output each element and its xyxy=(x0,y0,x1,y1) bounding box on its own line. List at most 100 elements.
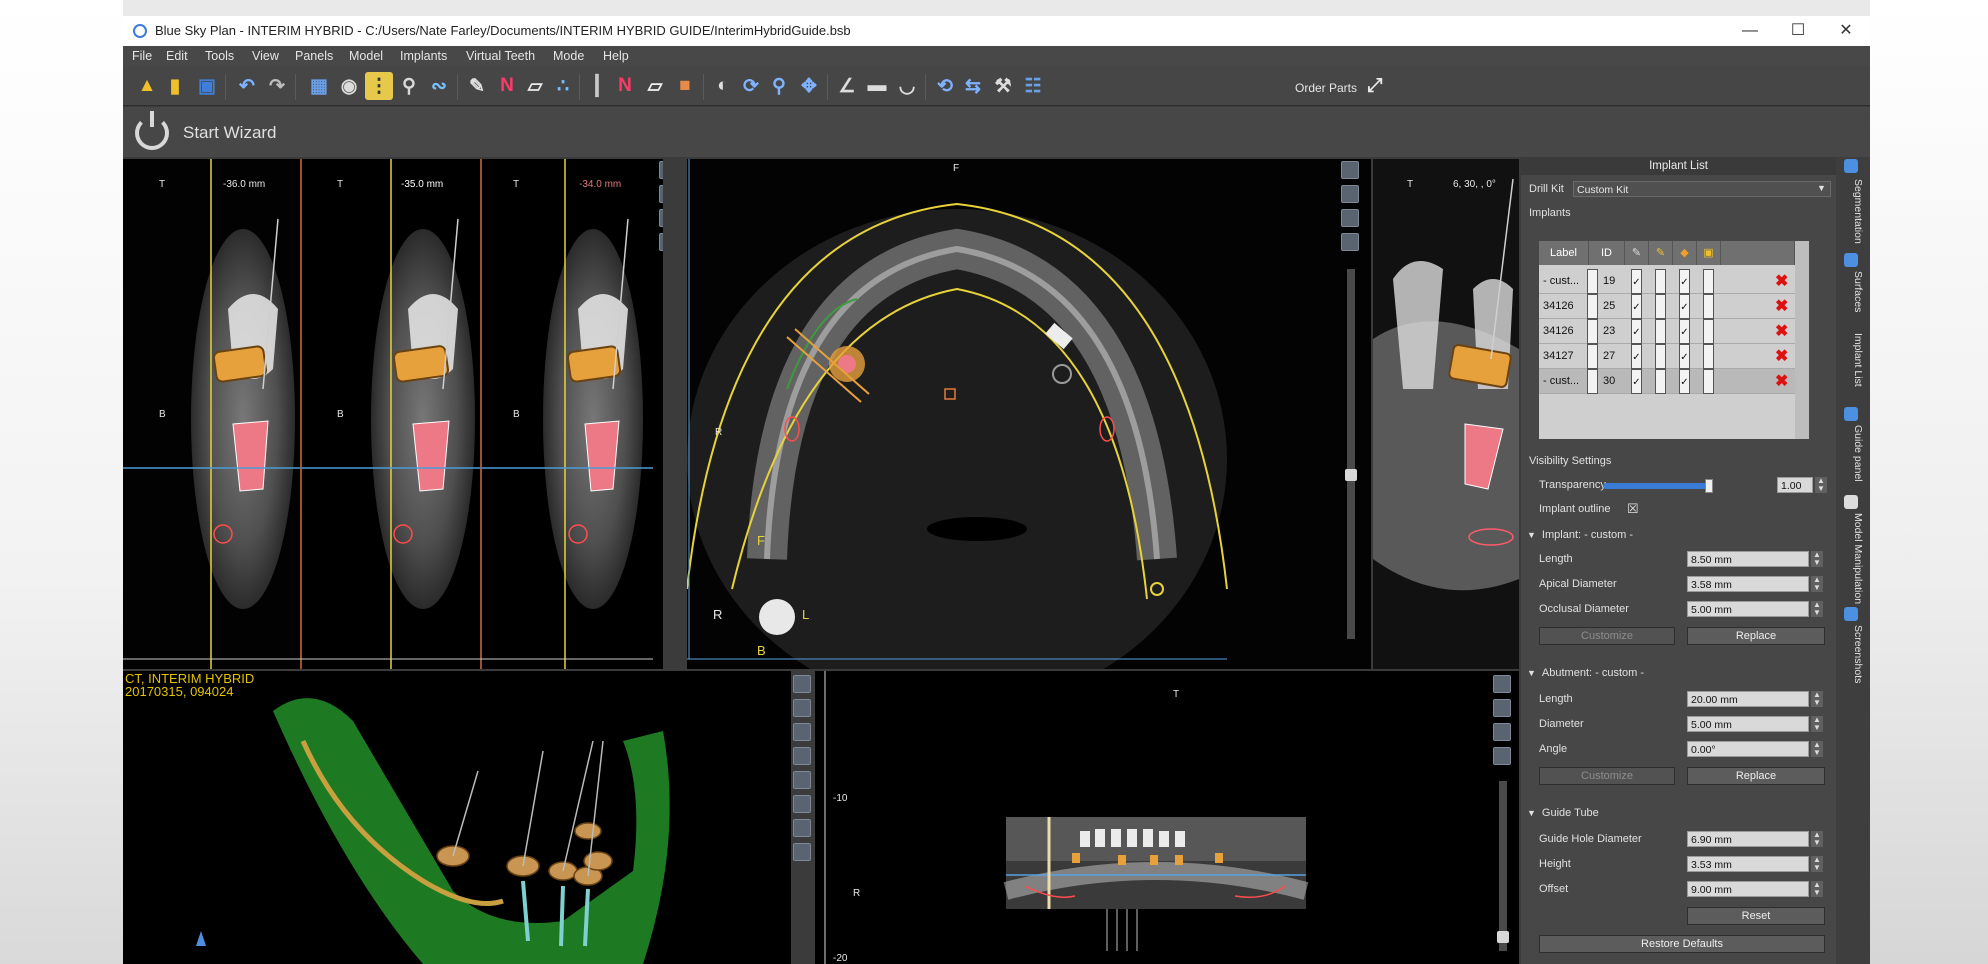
maximize-button[interactable]: ☐ xyxy=(1775,19,1821,43)
row-check[interactable]: ✓ xyxy=(1679,319,1690,344)
spinner-icon[interactable]: ▲ ▼ xyxy=(1811,601,1823,617)
view-tool-button[interactable] xyxy=(659,185,663,203)
row-check[interactable] xyxy=(1703,294,1714,319)
order-parts-button[interactable]: Order Parts xyxy=(1295,81,1357,95)
view-tool-button[interactable] xyxy=(1341,161,1359,179)
tab-screenshots[interactable]: Screenshots xyxy=(1842,625,1864,683)
row-check[interactable]: ✓ xyxy=(1631,294,1642,319)
menu-virtual-teeth[interactable]: Virtual Teeth xyxy=(466,49,535,63)
menu-mode[interactable]: Mode xyxy=(553,49,584,63)
row-check[interactable] xyxy=(1655,369,1666,394)
row-visible-checkbox[interactable] xyxy=(1587,344,1598,369)
arch-view-icon[interactable] xyxy=(793,819,811,837)
row-check[interactable]: ✓ xyxy=(1679,269,1690,294)
cart-icon[interactable]: ☷ xyxy=(1019,72,1047,100)
delete-icon[interactable]: ✖ xyxy=(1775,319,1788,344)
nerve-draw-icon[interactable]: N xyxy=(611,72,639,100)
lock-icon[interactable]: ▣ xyxy=(1697,241,1721,265)
skull-icon[interactable] xyxy=(793,723,811,741)
panoramic-icon[interactable]: ⋮ xyxy=(365,72,393,100)
implant-customize-button[interactable]: Customize xyxy=(1539,627,1675,645)
row-check[interactable]: ✓ xyxy=(1631,369,1642,394)
menu-view[interactable]: View xyxy=(252,49,279,63)
cross-section-view[interactable]: T -36.0 mm B T -35.0 mm B T -34.0 mm B xyxy=(123,159,663,669)
abutment-diameter-field[interactable]: 5.00 mm xyxy=(1687,716,1809,732)
delete-icon[interactable]: ✖ xyxy=(1775,369,1788,394)
view-tool-button[interactable] xyxy=(1341,233,1359,251)
save-icon[interactable]: ▣ xyxy=(193,72,221,100)
spinner-icon[interactable]: ▲ ▼ xyxy=(1811,551,1823,567)
tab-model-manipulation[interactable]: Model Manipulation xyxy=(1842,513,1864,604)
row-visible-checkbox[interactable] xyxy=(1587,269,1598,294)
tab-guide-panel[interactable]: Guide panel xyxy=(1842,425,1864,482)
row-check[interactable]: ✓ xyxy=(1679,369,1690,394)
teeth-color-icon[interactable]: ■ xyxy=(671,72,699,100)
axial-view[interactable]: F R L B F R xyxy=(687,159,1371,669)
protractor-icon[interactable]: ◡ xyxy=(893,72,921,100)
row-check[interactable] xyxy=(1703,319,1714,344)
row-visible-checkbox[interactable] xyxy=(1587,319,1598,344)
axial-scrollbar-thumb[interactable] xyxy=(1345,469,1357,481)
search-icon[interactable]: ⚲ xyxy=(395,72,423,100)
spinner-icon[interactable]: ▲ ▼ xyxy=(1811,576,1823,592)
occlusal-diameter-field[interactable]: 5.00 mm xyxy=(1687,601,1809,617)
view-tool-button[interactable] xyxy=(1341,185,1359,203)
grid-icon[interactable]: ▦ xyxy=(305,72,333,100)
tooth-icon[interactable]: ▱ xyxy=(521,72,549,100)
table-row[interactable]: - cust... 19 ✓ ✓ ✖ xyxy=(1539,269,1795,294)
guide-offset-field[interactable]: 9.00 mm xyxy=(1687,881,1809,897)
menu-help[interactable]: Help xyxy=(603,49,629,63)
abutment-length-field[interactable]: 20.00 mm xyxy=(1687,691,1809,707)
implant-outline-checkbox[interactable]: ☒ xyxy=(1627,501,1639,517)
row-check[interactable] xyxy=(1655,269,1666,294)
menu-panels[interactable]: Panels xyxy=(295,49,333,63)
layers-icon[interactable] xyxy=(793,843,811,861)
abutment-customize-button[interactable]: Customize xyxy=(1539,767,1675,785)
tooth-view-icon[interactable] xyxy=(793,771,811,789)
spinner-icon[interactable]: ▲ ▼ xyxy=(1811,716,1823,732)
delete-icon[interactable]: ✖ xyxy=(1775,344,1788,369)
view-tool-button[interactable] xyxy=(1493,747,1511,765)
column-id[interactable]: ID xyxy=(1589,241,1625,265)
pan-icon[interactable]: ✥ xyxy=(795,72,823,100)
open-folder-icon[interactable]: ▲ xyxy=(133,72,161,100)
row-check[interactable] xyxy=(1703,344,1714,369)
swap-icon[interactable]: ⇆ xyxy=(959,72,987,100)
delete-icon[interactable]: ✖ xyxy=(1775,269,1788,294)
expand-icon[interactable]: ⤢ xyxy=(1361,72,1389,100)
undo-icon[interactable]: ↶ xyxy=(233,72,261,100)
view-tool-button[interactable] xyxy=(659,209,663,227)
row-check[interactable] xyxy=(1703,269,1714,294)
row-check[interactable]: ✓ xyxy=(1679,344,1690,369)
chevron-down-icon[interactable]: ▼ xyxy=(1817,183,1826,193)
implant-replace-button[interactable]: Replace xyxy=(1687,627,1825,645)
dots-icon[interactable]: ∴ xyxy=(549,72,577,100)
implant-section-header[interactable]: ▼ Implant: - custom - xyxy=(1527,529,1827,545)
row-visible-checkbox[interactable] xyxy=(1587,369,1598,394)
spinner-icon[interactable]: ▲ ▼ xyxy=(1815,477,1827,493)
menu-file[interactable]: File xyxy=(132,49,152,63)
apical-diameter-field[interactable]: 3.58 mm xyxy=(1687,576,1809,592)
nerve-icon[interactable]: N xyxy=(493,72,521,100)
menu-model[interactable]: Model xyxy=(349,49,383,63)
wrench-icon[interactable]: ⚒ xyxy=(989,72,1017,100)
abutment-replace-button[interactable]: Replace xyxy=(1687,767,1825,785)
tab-implant-list[interactable]: Implant List xyxy=(1842,333,1864,387)
pen-icon[interactable]: ✎ xyxy=(463,72,491,100)
table-row[interactable]: - cust... 30 ✓ ✓ ✖ xyxy=(1539,369,1795,394)
tab-segmentation[interactable]: Segmentation xyxy=(1842,179,1864,244)
table-row[interactable]: 34126 23 ✓ ✓ ✖ xyxy=(1539,319,1795,344)
table-row[interactable]: 34127 27 ✓ ✓ ✖ xyxy=(1539,344,1795,369)
abutment-angle-field[interactable]: 0.00° xyxy=(1687,741,1809,757)
delete-icon[interactable]: ✖ xyxy=(1775,294,1788,319)
curve-icon[interactable]: ∾ xyxy=(425,72,453,100)
row-check[interactable] xyxy=(1703,369,1714,394)
row-check[interactable]: ✓ xyxy=(1631,319,1642,344)
folder-dropdown-icon[interactable]: ▮ xyxy=(161,72,189,100)
row-check[interactable] xyxy=(1655,319,1666,344)
face-icon[interactable] xyxy=(793,747,811,765)
spinner-icon[interactable]: ▲ ▼ xyxy=(1811,831,1823,847)
rotate-icon[interactable]: ⟳ xyxy=(737,72,765,100)
panoramic-view[interactable]: T R -10 -20 xyxy=(815,671,1519,964)
guide-height-field[interactable]: 3.53 mm xyxy=(1687,856,1809,872)
